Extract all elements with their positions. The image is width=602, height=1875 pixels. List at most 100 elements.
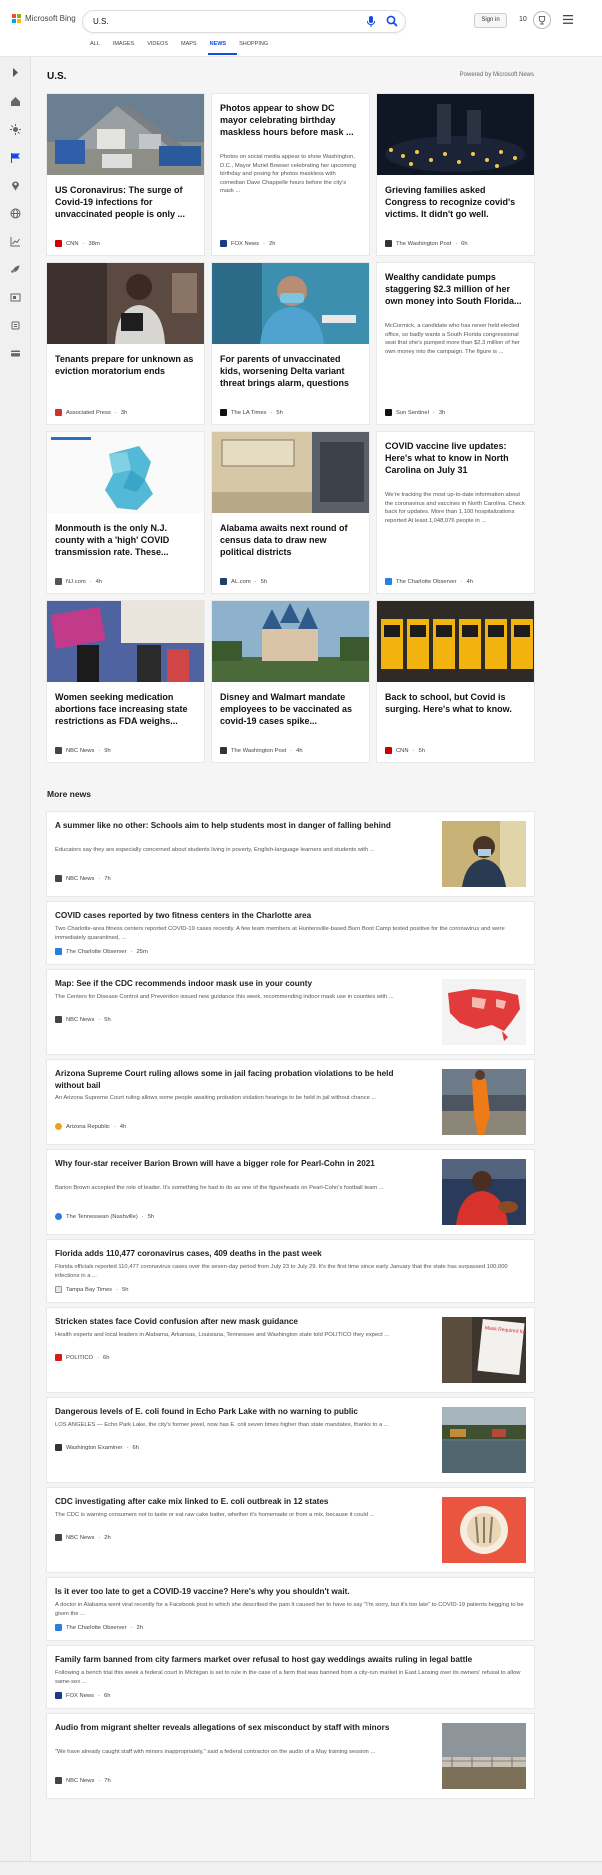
news-list-item[interactable]: COVID cases reported by two fitness cent… — [47, 902, 534, 964]
home-icon[interactable] — [10, 96, 21, 107]
news-card[interactable]: Back to school, but Covid is surging. He… — [377, 601, 534, 762]
card-source[interactable]: The Charlotte Observer · 4h — [385, 578, 473, 585]
expand-sidebar-icon[interactable] — [10, 67, 21, 78]
news-card[interactable]: US Coronavirus: The surge of Covid-19 in… — [47, 94, 204, 255]
card-title[interactable]: Photos appear to show DC mayor celebrati… — [220, 102, 362, 138]
bing-logo[interactable]: Microsoft Bing — [12, 14, 76, 23]
news-title[interactable]: Map: See if the CDC recommends indoor ma… — [55, 978, 395, 990]
news-title[interactable]: Is it ever too late to get a COVID-19 va… — [55, 1586, 525, 1598]
microphone-icon[interactable] — [366, 16, 376, 27]
news-source[interactable]: FOX News · 6h — [55, 1692, 110, 1699]
news-source[interactable]: The Tennessean (Nashville) · 5h — [55, 1213, 154, 1220]
news-source[interactable]: NBC News · 7h — [55, 1777, 111, 1784]
news-list-item[interactable]: Family farm banned from city farmers mar… — [47, 1646, 534, 1708]
news-card[interactable]: Photos appear to show DC mayor celebrati… — [212, 94, 369, 255]
tab-news[interactable]: NEWS — [207, 39, 238, 55]
news-source[interactable]: Arizona Republic · 4h — [55, 1123, 126, 1130]
card-source[interactable]: NBC News · 9h — [55, 747, 111, 754]
entertainment-film-icon[interactable] — [10, 292, 21, 303]
tab-all[interactable]: ALL — [88, 39, 111, 55]
rewards-trophy-icon[interactable] — [533, 11, 551, 29]
card-source[interactable]: AL.com · 5h — [220, 578, 267, 585]
news-list-item[interactable]: Is it ever too late to get a COVID-19 va… — [47, 1578, 534, 1640]
card-title[interactable]: COVID vaccine live updates: Here's what … — [385, 440, 527, 476]
card-source[interactable]: NJ.com · 4h — [55, 578, 102, 585]
news-card[interactable]: Women seeking medication abortions face … — [47, 601, 204, 762]
news-list-item[interactable]: Stricken states face Covid confusion aft… — [47, 1308, 534, 1392]
card-source[interactable]: The Washington Post · 6h — [385, 240, 468, 247]
tab-shopping[interactable]: SHOPPING — [237, 39, 279, 55]
news-source[interactable]: Tampa Bay Times · 5h — [55, 1286, 128, 1293]
location-icon[interactable] — [10, 180, 21, 191]
news-card[interactable]: Tenants prepare for unknown as eviction … — [47, 263, 204, 424]
card-source[interactable]: The Washington Post · 4h — [220, 747, 303, 754]
news-title[interactable]: Why four-star receiver Barion Brown will… — [55, 1158, 395, 1170]
tab-videos[interactable]: VIDEOS — [145, 39, 179, 55]
news-title[interactable]: Arizona Supreme Court ruling allows some… — [55, 1068, 395, 1092]
news-list-item[interactable]: Audio from migrant shelter reveals alleg… — [47, 1714, 534, 1798]
news-title[interactable]: A summer like no other: Schools aim to h… — [55, 820, 395, 832]
news-source[interactable]: The Charlotte Observer · 2h — [55, 1624, 143, 1631]
news-card[interactable]: Disney and Walmart mandate employees to … — [212, 601, 369, 762]
card-title[interactable]: Monmouth is the only N.J. county with a … — [55, 522, 197, 558]
news-title[interactable]: Family farm banned from city farmers mar… — [55, 1654, 525, 1666]
globe-icon[interactable] — [10, 208, 21, 219]
news-card[interactable]: COVID vaccine live updates: Here's what … — [377, 432, 534, 593]
news-list-item[interactable]: Arizona Supreme Court ruling allows some… — [47, 1060, 534, 1144]
tab-maps[interactable]: MAPS — [179, 39, 208, 55]
powered-by[interactable]: Powered by Microsoft News — [460, 72, 534, 78]
news-list-item[interactable]: Dangerous levels of E. coli found in Ech… — [47, 1398, 534, 1482]
card-title[interactable]: Grieving families asked Congress to reco… — [385, 184, 527, 220]
card-source[interactable]: Associated Press · 3h — [55, 409, 127, 416]
search-box[interactable] — [83, 11, 405, 32]
news-title[interactable]: Florida adds 110,477 coronavirus cases, … — [55, 1248, 525, 1260]
news-source[interactable]: NBC News · 5h — [55, 1016, 111, 1023]
news-card[interactable]: Wealthy candidate pumps staggering $2.3 … — [377, 263, 534, 424]
news-card[interactable]: Grieving families asked Congress to reco… — [377, 94, 534, 255]
news-title[interactable]: Dangerous levels of E. coli found in Ech… — [55, 1406, 395, 1418]
sign-in-button[interactable]: Sign in — [474, 13, 507, 28]
search-icon[interactable] — [386, 15, 398, 27]
tab-images[interactable]: IMAGES — [111, 39, 145, 55]
news-card[interactable]: Alabama awaits next round of census data… — [212, 432, 369, 593]
card-source[interactable]: CNN · 5h — [385, 747, 425, 754]
card-source[interactable]: FOX News · 2h — [220, 240, 275, 247]
sports-trophy-icon[interactable] — [10, 320, 21, 331]
news-source[interactable]: Washington Examiner · 6h — [55, 1444, 139, 1451]
card-title[interactable]: Disney and Walmart mandate employees to … — [220, 691, 362, 727]
business-chart-icon[interactable] — [10, 236, 21, 247]
card-title[interactable]: For parents of unvaccinated kids, worsen… — [220, 353, 362, 389]
virus-icon[interactable] — [10, 124, 21, 135]
news-list-item[interactable]: Map: See if the CDC recommends indoor ma… — [47, 970, 534, 1054]
news-title[interactable]: CDC investigating after cake mix linked … — [55, 1496, 395, 1508]
news-card[interactable]: Monmouth is the only N.J. county with a … — [47, 432, 204, 593]
news-title[interactable]: Audio from migrant shelter reveals alleg… — [55, 1722, 395, 1734]
news-source[interactable]: POLITICO · 6h — [55, 1354, 109, 1361]
news-source[interactable]: NBC News · 7h — [55, 875, 111, 882]
card-title[interactable]: Back to school, but Covid is surging. He… — [385, 691, 527, 715]
card-source[interactable]: CNN · 38m — [55, 240, 100, 247]
money-card-icon[interactable] — [10, 348, 21, 359]
card-title[interactable]: US Coronavirus: The surge of Covid-19 in… — [55, 184, 197, 220]
separator: · — [98, 875, 101, 882]
card-title[interactable]: Alabama awaits next round of census data… — [220, 522, 362, 558]
news-list-item[interactable]: Florida adds 110,477 coronavirus cases, … — [47, 1240, 534, 1302]
news-list-item[interactable]: CDC investigating after cake mix linked … — [47, 1488, 534, 1572]
news-list-item[interactable]: A summer like no other: Schools aim to h… — [47, 812, 534, 896]
rewards-count[interactable]: 10 — [519, 16, 527, 23]
us-flag-icon[interactable] — [10, 152, 21, 163]
news-source[interactable]: The Charlotte Observer · 25m — [55, 948, 148, 955]
news-source[interactable]: NBC News · 2h — [55, 1534, 111, 1541]
news-title[interactable]: COVID cases reported by two fitness cent… — [55, 910, 525, 922]
card-source[interactable]: The LA Times · 5h — [220, 409, 283, 416]
news-card[interactable]: For parents of unvaccinated kids, worsen… — [212, 263, 369, 424]
card-title[interactable]: Tenants prepare for unknown as eviction … — [55, 353, 197, 377]
card-title[interactable]: Wealthy candidate pumps staggering $2.3 … — [385, 271, 527, 307]
card-source[interactable]: Sun Sentinel · 3h — [385, 409, 445, 416]
news-title[interactable]: Stricken states face Covid confusion aft… — [55, 1316, 395, 1328]
search-input[interactable] — [93, 15, 333, 28]
hamburger-menu-icon[interactable] — [563, 15, 573, 24]
science-rocket-icon[interactable] — [10, 264, 21, 275]
card-title[interactable]: Women seeking medication abortions face … — [55, 691, 197, 727]
news-list-item[interactable]: Why four-star receiver Barion Brown will… — [47, 1150, 534, 1234]
